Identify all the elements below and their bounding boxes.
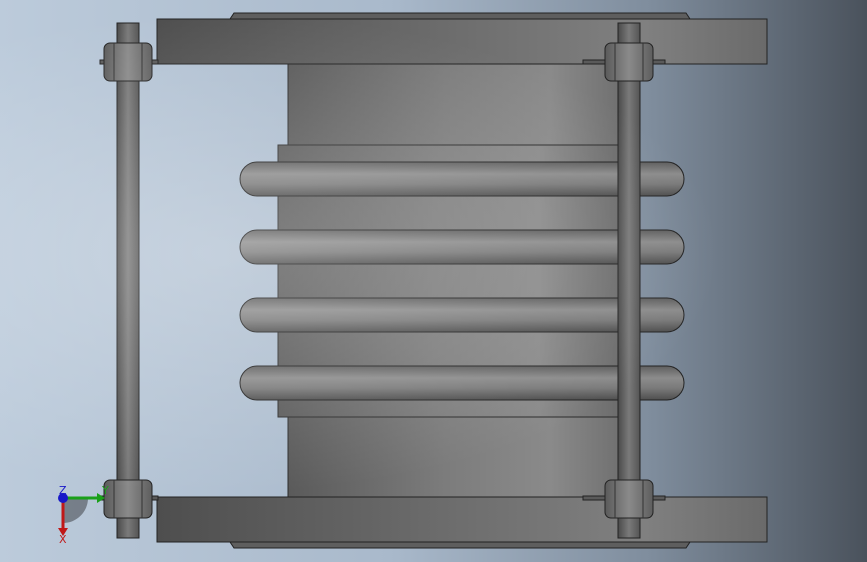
convolution	[239, 229, 685, 265]
triad-x-label: X	[59, 533, 67, 546]
top-flange	[156, 12, 768, 65]
cad-graphics-viewport[interactable]: Y X Z	[0, 0, 867, 562]
triad-z-label: Z	[59, 484, 67, 497]
convolution	[239, 365, 685, 401]
bellows	[239, 144, 685, 418]
tie-rod-left	[99, 22, 159, 539]
expansion-joint-model[interactable]: Y X Z	[0, 0, 867, 562]
triad-y-label: Y	[101, 484, 109, 497]
convolution	[239, 297, 685, 333]
hex-nut	[99, 42, 159, 82]
convolution	[239, 161, 685, 197]
reference-triad[interactable]: Y X Z	[58, 484, 109, 546]
bottom-flange	[156, 496, 768, 549]
